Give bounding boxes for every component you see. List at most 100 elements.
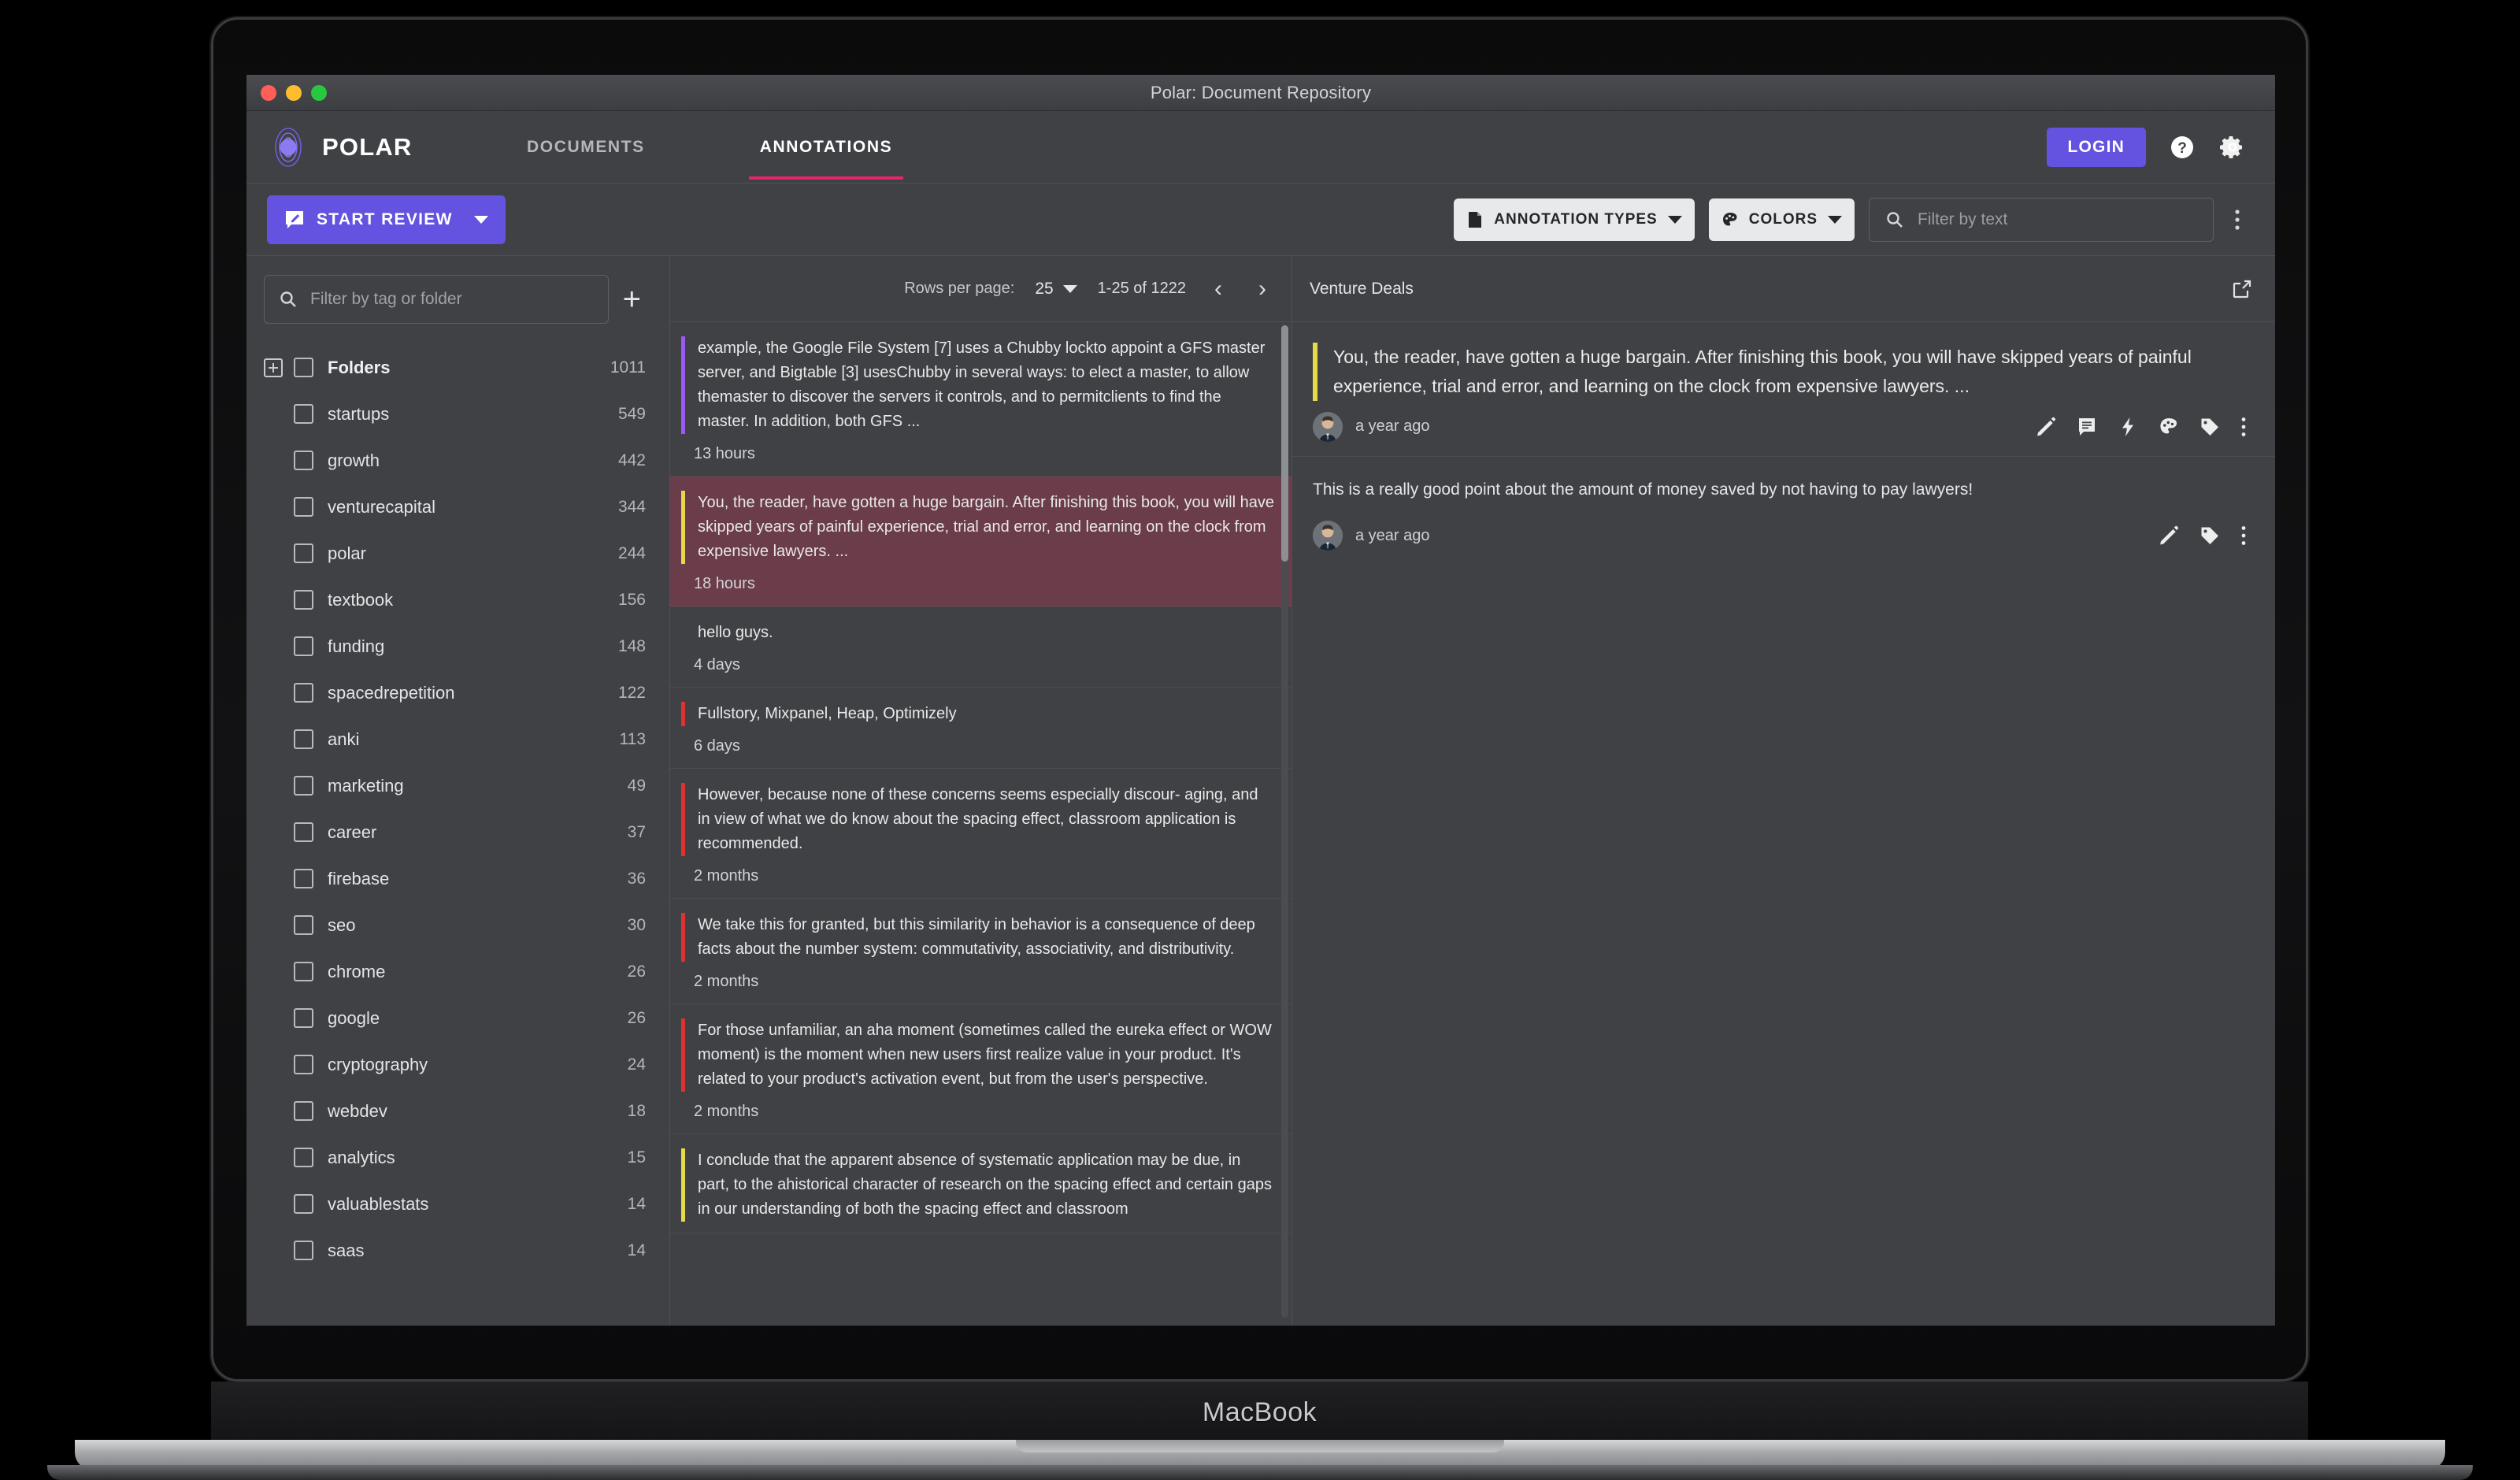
sidebar-item-saas[interactable]: saas 14 [246, 1227, 669, 1274]
login-button[interactable]: LOGIN [2046, 127, 2146, 167]
sidebar-item-label: google [328, 1007, 380, 1028]
annotation-list-item[interactable]: hello guys. 4 days [670, 606, 1292, 688]
sidebar-item-count: 14 [627, 1194, 646, 1213]
checkbox-icon[interactable] [294, 962, 313, 981]
colors-dropdown[interactable]: COLORS [1708, 198, 1855, 241]
edit-pencil-icon[interactable] [2036, 417, 2056, 437]
start-review-label: START REVIEW [317, 210, 453, 228]
sidebar-item-valuablestats[interactable]: valuablestats 14 [246, 1181, 669, 1227]
comment-icon[interactable] [2077, 417, 2097, 437]
annotation-list-item[interactable]: For those unfamiliar, an aha moment (som… [670, 1004, 1292, 1134]
tab-documents[interactable]: DOCUMENTS [516, 114, 656, 180]
sidebar-item-cryptography[interactable]: cryptography 24 [246, 1041, 669, 1088]
sidebar-item-count: 26 [627, 962, 646, 981]
sidebar-item-count: 442 [617, 451, 646, 469]
laptop-mockup: Polar: Document Repository POLAR DOCUMEN… [0, 0, 2520, 1480]
checkbox-icon[interactable] [294, 358, 313, 377]
checkbox-icon[interactable] [294, 915, 313, 935]
checkbox-icon[interactable] [294, 869, 313, 888]
sidebar-item-label: webdev [328, 1100, 387, 1121]
brand[interactable]: POLAR [267, 126, 464, 169]
tag-icon[interactable] [2199, 525, 2220, 546]
checkbox-icon[interactable] [294, 1101, 313, 1121]
checkbox-icon[interactable] [294, 451, 313, 470]
annotation-list-item[interactable]: However, because none of these concerns … [670, 769, 1292, 899]
annotation-quote: However, because none of these concerns … [681, 783, 1274, 856]
sidebar-item-chrome[interactable]: chrome 26 [246, 948, 669, 995]
sidebar-item-count: 49 [627, 776, 646, 795]
sidebar-item-textbook[interactable]: textbook 156 [246, 577, 669, 623]
palette-icon[interactable] [2159, 417, 2179, 437]
search-icon [1885, 210, 1904, 229]
help-circle-icon[interactable]: ? [2168, 133, 2196, 161]
annotation-quote: You, the reader, have gotten a huge barg… [681, 491, 1274, 564]
detail-header: Venture Deals [1292, 256, 2275, 322]
next-page-button[interactable]: › [1251, 276, 1274, 301]
external-link-icon[interactable] [2231, 278, 2253, 300]
checkbox-icon[interactable] [294, 404, 313, 424]
filter-text-field[interactable] [1869, 197, 2214, 242]
sidebar-item-analytics[interactable]: analytics 15 [246, 1134, 669, 1181]
annotation-timestamp: 2 months [694, 867, 759, 885]
sidebar-item-firebase[interactable]: firebase 36 [246, 855, 669, 902]
laptop-lid: Polar: Document Repository POLAR DOCUMEN… [211, 17, 2308, 1382]
add-tag-button[interactable]: + [615, 284, 649, 315]
checkbox-icon[interactable] [294, 729, 313, 749]
sidebar-item-anki[interactable]: anki 113 [246, 716, 669, 762]
sidebar-item-label: valuablestats [328, 1193, 429, 1214]
checkbox-icon[interactable] [294, 497, 313, 517]
annotation-list-item[interactable]: I conclude that the apparent absence of … [670, 1134, 1292, 1233]
sidebar-item-funding[interactable]: funding 148 [246, 623, 669, 670]
expand-folders-icon[interactable] [264, 358, 283, 377]
sidebar-item-folders[interactable]: Folders 1011 [246, 344, 669, 391]
sidebar-item-growth[interactable]: growth 442 [246, 437, 669, 484]
annotation-types-dropdown[interactable]: ANNOTATION TYPES [1454, 198, 1695, 241]
navbar-actions: LOGIN ? [2046, 127, 2248, 167]
sidebar-item-spacedrepetition[interactable]: spacedrepetition 122 [246, 670, 669, 716]
checkbox-icon[interactable] [294, 1194, 313, 1214]
sidebar-item-label: anki [328, 729, 360, 749]
tag-filter-input[interactable] [310, 290, 594, 309]
sidebar-item-polar[interactable]: polar 244 [246, 530, 669, 577]
flashcard-bolt-icon[interactable] [2118, 417, 2138, 437]
checkbox-icon[interactable] [294, 590, 313, 610]
checkbox-icon[interactable] [294, 1148, 313, 1167]
sidebar-item-marketing[interactable]: marketing 49 [246, 762, 669, 809]
checkbox-icon[interactable] [294, 776, 313, 796]
checkbox-icon[interactable] [294, 1008, 313, 1028]
toolbar-more-menu-icon[interactable] [2228, 208, 2247, 232]
checkbox-icon[interactable] [294, 683, 313, 703]
tag-icon[interactable] [2199, 417, 2220, 437]
tag-filter-field[interactable] [264, 275, 609, 324]
vertical-dots-icon[interactable] [2240, 525, 2247, 547]
filter-text-input[interactable] [1918, 210, 2197, 229]
sidebar-item-label: textbook [328, 589, 394, 610]
rows-per-page-select[interactable]: 25 [1035, 280, 1077, 299]
checkbox-icon[interactable] [294, 543, 313, 563]
annotation-list-scrollbar[interactable] [1281, 325, 1288, 1318]
checkbox-icon[interactable] [294, 1055, 313, 1074]
scrollbar-thumb[interactable] [1281, 325, 1288, 562]
checkbox-icon[interactable] [294, 636, 313, 656]
annotation-list-item[interactable]: example, the Google File System [7] uses… [670, 322, 1292, 477]
sidebar-item-webdev[interactable]: webdev 18 [246, 1088, 669, 1134]
svg-text:?: ? [2177, 140, 2187, 157]
start-review-button[interactable]: START REVIEW [267, 195, 506, 244]
annotation-list-item[interactable]: We take this for granted, but this simil… [670, 899, 1292, 1004]
sidebar-item-startups[interactable]: startups 549 [246, 391, 669, 437]
avatar [1313, 521, 1343, 551]
tab-annotations[interactable]: ANNOTATIONS [748, 114, 904, 180]
checkbox-icon[interactable] [294, 1241, 313, 1260]
sidebar-item-career[interactable]: career 37 [246, 809, 669, 855]
annotation-list-item[interactable]: You, the reader, have gotten a huge barg… [670, 477, 1292, 606]
vertical-dots-icon[interactable] [2240, 416, 2247, 438]
checkbox-icon[interactable] [294, 822, 313, 842]
edit-pencil-icon[interactable] [2159, 525, 2179, 546]
sidebar-item-seo[interactable]: seo 30 [246, 902, 669, 948]
detail-quote-wrapper: You, the reader, have gotten a huge barg… [1292, 322, 2275, 401]
annotation-list-item[interactable]: Fullstory, Mixpanel, Heap, Optimizely 6 d… [670, 688, 1292, 769]
sidebar-item-google[interactable]: google 26 [246, 995, 669, 1041]
prev-page-button[interactable]: ‹ [1206, 276, 1230, 301]
sidebar-item-venturecapital[interactable]: venturecapital 344 [246, 484, 669, 530]
gear-icon[interactable] [2218, 133, 2247, 161]
